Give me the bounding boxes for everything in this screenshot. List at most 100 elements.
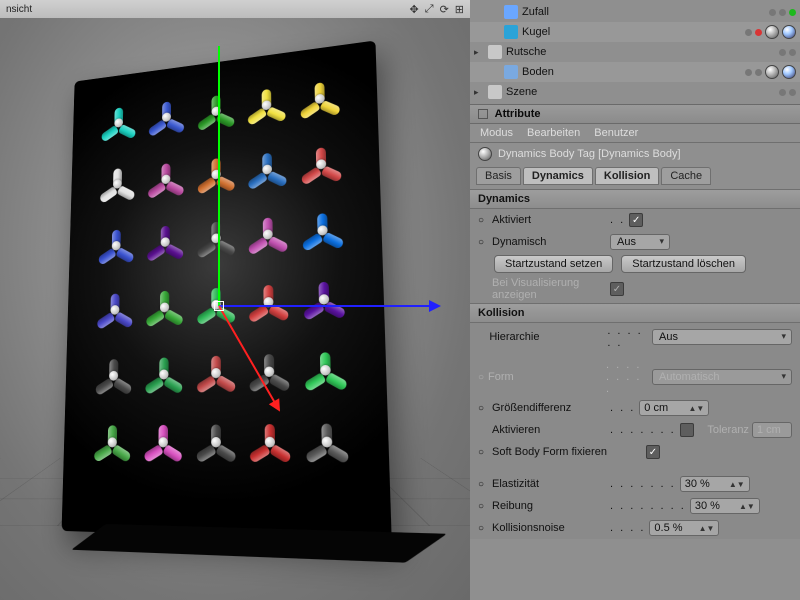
object-row-kugel[interactable]: Kugel	[470, 22, 800, 42]
propeller	[302, 416, 354, 469]
noise-input[interactable]: 0.5 %▲▼	[649, 520, 719, 536]
tab-cache[interactable]: Cache	[661, 167, 711, 185]
viewport[interactable]: nsicht ✥ ⤢ ⟳ ⊞	[0, 0, 470, 600]
softbody-checkbox[interactable]: ✓	[646, 445, 660, 459]
object-row-boden[interactable]: Boden	[470, 62, 800, 82]
dynamic-label: Dynamisch	[492, 236, 606, 248]
menu-modus[interactable]: Modus	[480, 127, 513, 139]
propeller	[143, 218, 187, 267]
propeller	[95, 222, 138, 270]
dynamics-tag-icon	[478, 147, 492, 161]
propeller	[244, 80, 290, 130]
zoom-icon[interactable]: ⤢	[425, 3, 434, 16]
propeller	[245, 277, 293, 328]
propeller	[246, 346, 295, 397]
propeller	[142, 283, 187, 332]
collision-heading: Kollision	[470, 303, 800, 323]
friction-input[interactable]: 30 %▲▼	[690, 498, 760, 514]
propeller	[246, 417, 295, 469]
rotate-icon[interactable]: ⟳	[440, 3, 449, 16]
propeller	[96, 160, 138, 208]
elasticity-input[interactable]: 30 %▲▼	[680, 476, 750, 492]
pan-icon[interactable]: ✥	[410, 3, 419, 16]
propeller	[299, 273, 349, 325]
propeller	[297, 138, 346, 189]
propeller	[140, 418, 186, 468]
propeller	[144, 155, 187, 204]
enabled-checkbox[interactable]: ✓	[629, 213, 643, 227]
hierarchy-label: Hierarchie	[489, 331, 603, 343]
tag-header: Dynamics Body Tag [Dynamics Body]	[470, 143, 800, 165]
tag-name: Dynamics Body Tag [Dynamics Body]	[498, 148, 681, 160]
set-initial-state-button[interactable]: Startzustand setzen	[494, 255, 613, 273]
friction-label: Reibung	[492, 500, 606, 512]
object-icon	[504, 25, 518, 39]
tab-dynamics[interactable]: Dynamics	[523, 167, 593, 185]
tolerance-input: 1 cm	[752, 422, 792, 438]
maximize-icon[interactable]: ⊞	[455, 3, 464, 16]
propeller	[244, 144, 291, 194]
keyframe-icon[interactable]: ○	[478, 215, 488, 226]
form-label: Form	[488, 371, 602, 383]
propeller	[193, 214, 238, 264]
clear-initial-state-button[interactable]: Startzustand löschen	[621, 255, 746, 273]
object-row-zufall[interactable]: Zufall	[470, 2, 800, 22]
propeller	[145, 93, 188, 141]
object-row-rutsche[interactable]: ▸Rutsche	[470, 42, 800, 62]
object-icon	[504, 65, 518, 79]
object-label: Boden	[522, 66, 554, 78]
form-dropdown: Automatisch	[652, 369, 792, 385]
attribute-title-label: Attribute	[495, 108, 541, 120]
gizmo[interactable]	[219, 306, 220, 307]
axis-origin[interactable]	[214, 301, 224, 311]
propeller	[298, 205, 348, 257]
board-object[interactable]	[62, 40, 392, 541]
viewport-title: nsicht	[6, 4, 32, 15]
propeller	[98, 99, 140, 147]
propeller	[245, 209, 292, 260]
attribute-tabs[interactable]: Basis Dynamics Kollision Cache	[470, 165, 800, 189]
axis-y[interactable]	[218, 46, 220, 306]
axis-x[interactable]	[219, 305, 439, 307]
object-label: Kugel	[522, 26, 550, 38]
object-manager[interactable]: Zufall Kugel ▸Rutsche Boden ▸Szene	[470, 0, 800, 104]
propeller	[141, 350, 186, 399]
attribute-menubar[interactable]: Modus Bearbeiten Benutzer	[470, 124, 800, 143]
dynamic-dropdown[interactable]: Aus	[610, 234, 670, 250]
propeller	[93, 286, 136, 334]
dynamics-heading: Dynamics	[470, 189, 800, 209]
vis-label: Bei Visualisierung anzeigen	[492, 277, 606, 301]
vis-checkbox: ✓	[610, 282, 624, 296]
collision-section: Kollision Hierarchie . . . . . . Aus ○ F…	[470, 303, 800, 539]
propeller	[194, 87, 238, 136]
enabled-label: Aktiviert	[492, 214, 606, 226]
propeller	[192, 417, 239, 468]
menu-benutzer[interactable]: Benutzer	[594, 127, 638, 139]
propeller	[92, 351, 136, 399]
tolerance-label: Toleranz	[707, 424, 749, 436]
hierarchy-dropdown[interactable]: Aus	[652, 329, 792, 345]
menu-bearbeiten[interactable]: Bearbeiten	[527, 127, 580, 139]
attribute-panel-title: Attribute	[470, 104, 800, 124]
propeller	[193, 149, 238, 198]
right-panel: Zufall Kugel ▸Rutsche Boden ▸Szene Attribute…	[470, 0, 800, 600]
tab-basis[interactable]: Basis	[476, 167, 521, 185]
object-label: Szene	[506, 86, 537, 98]
object-icon	[488, 45, 502, 59]
sizediff-input[interactable]: 0 cm▲▼	[639, 400, 709, 416]
viewport-header: nsicht ✥ ⤢ ⟳ ⊞	[0, 0, 470, 18]
tab-kollision[interactable]: Kollision	[595, 167, 659, 185]
propeller	[90, 418, 135, 467]
object-icon	[504, 5, 518, 19]
softbody-label: Soft Body Form fixieren	[492, 446, 642, 458]
activate-checkbox[interactable]	[680, 423, 694, 437]
object-label: Zufall	[522, 6, 549, 18]
viewport-controls[interactable]: ✥ ⤢ ⟳ ⊞	[410, 3, 464, 16]
noise-label: Kollisionsnoise	[492, 522, 606, 534]
keyframe-icon[interactable]: ○	[478, 237, 488, 248]
viewport-canvas[interactable]	[0, 18, 470, 600]
sizediff-label: Größendifferenz	[492, 402, 606, 414]
object-label: Rutsche	[506, 46, 546, 58]
object-row-szene[interactable]: ▸Szene	[470, 82, 800, 102]
object-icon	[488, 85, 502, 99]
